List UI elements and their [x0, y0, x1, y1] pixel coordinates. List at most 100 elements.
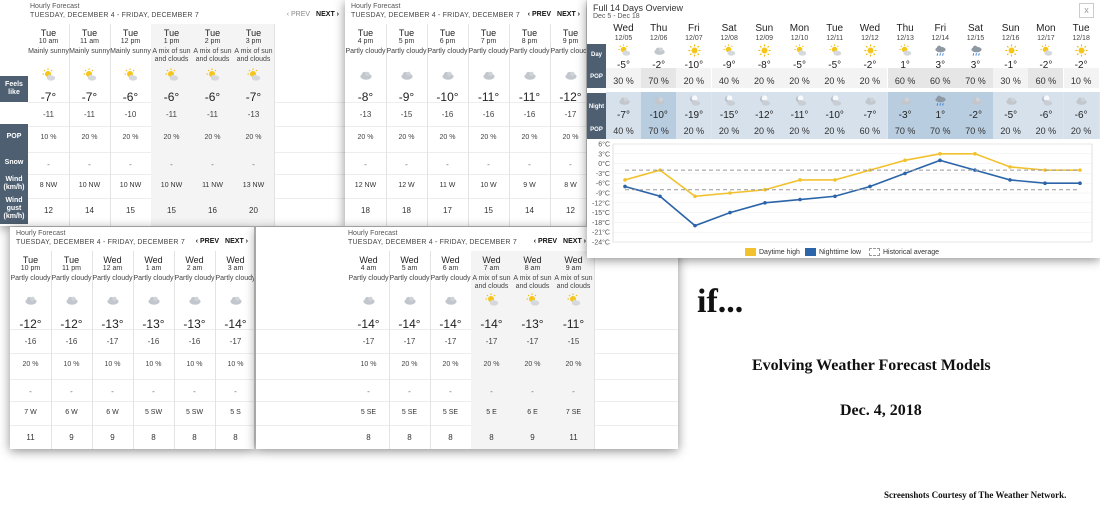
pop-value: 10 %	[145, 361, 162, 368]
wind-value: 5 E	[486, 409, 497, 416]
nighttime-low-point	[728, 210, 732, 215]
prev-button[interactable]: ‹ PREV	[528, 11, 551, 18]
overview-day-column[interactable]: Mon 12/17 -2° 60 % -6° 20 %	[1028, 22, 1064, 140]
prev-button[interactable]: ‹ PREV	[196, 238, 219, 245]
daytime-high-point	[833, 178, 837, 182]
day-pop: 60 %	[894, 76, 916, 86]
day-pop: 30 %	[613, 76, 634, 86]
condition-text: Partly cloudy	[348, 275, 389, 282]
overview-day-column[interactable]: Sat 12/15 3° 70 % -2° 70 %	[958, 22, 993, 140]
cloud-icon	[399, 68, 414, 82]
pop-value: 20 %	[357, 134, 374, 141]
next-button[interactable]: NEXT ›	[563, 238, 586, 245]
night-temperature: -19°	[684, 110, 704, 121]
overview-day-column[interactable]: Sun 12/16 -1° 30 % -5° 20 %	[993, 22, 1029, 140]
pop-value: 20 %	[245, 134, 262, 141]
day-name: Mon	[789, 23, 810, 34]
overview-day-column[interactable]: Mon 12/10 -5° 20 % -11° 20 %	[782, 22, 817, 140]
nighttime-low-point	[1008, 178, 1012, 182]
sun-cloud-icon	[793, 44, 807, 57]
temperature: -6°	[204, 90, 221, 104]
moon-cloud-icon	[687, 94, 701, 107]
wind-value: 5 SW	[144, 409, 163, 416]
cloud-icon	[64, 293, 79, 307]
wind-value: 9 W	[523, 182, 536, 189]
overview-day-column[interactable]: Thu 12/13 1° 60 % -3° 70 %	[887, 22, 923, 140]
time-label: 7 am	[483, 265, 500, 272]
wind-value: 7 W	[24, 409, 37, 416]
day-label: Wed	[226, 255, 245, 265]
temperature: -14°	[480, 317, 503, 331]
overview-day-column[interactable]: Tue 12/11 -5° 20 % -10° 20 %	[817, 22, 853, 140]
cloud-icon	[23, 293, 38, 307]
hour-column: Tue 4 pm Partly cloudy -8° -13 20 % - 12 NW 18	[345, 24, 387, 226]
overview-day-column[interactable]: Fri 12/14 3° 60 % 1° 70 %	[922, 22, 958, 140]
snow-value: -	[487, 160, 490, 169]
overview-day-column[interactable]: Sat 12/08 -9° 40 % -15° 20 %	[711, 22, 747, 140]
overview-day-column[interactable]: Tue 12/18 -2° 10 % -6° 20 %	[1063, 22, 1099, 140]
sun-cloud-icon	[205, 68, 220, 82]
overview-day-column[interactable]: Thu 12/06 -2° 70 % -10° 70 %	[641, 22, 677, 140]
next-button[interactable]: NEXT ›	[557, 11, 580, 18]
nighttime-low-point	[798, 197, 802, 202]
day-label: Wed	[482, 255, 501, 265]
hour-column: Wed 3 am Partly cloudy -14° -17 10 % - 5 S 8	[215, 251, 254, 449]
wind-gust-value: 9	[530, 433, 535, 442]
feels-like-value: -16	[523, 110, 536, 119]
sun-cloud-icon	[1039, 44, 1053, 57]
day-temperature: -5°	[828, 60, 842, 71]
prev-button[interactable]: ‹ PREV	[534, 238, 557, 245]
day-temperature: -10°	[684, 60, 704, 71]
daytime-high-point	[693, 194, 697, 199]
day-temperature: -2°	[1074, 60, 1088, 71]
day-name: Thu	[896, 23, 914, 34]
temperature: -13°	[142, 317, 165, 331]
night-pop: 20 %	[683, 126, 705, 136]
moon-cloud-icon	[828, 94, 842, 107]
daytime-high-point	[1078, 168, 1082, 172]
day-label: Tue	[521, 28, 538, 38]
feels-like-value: -17	[106, 337, 119, 346]
wind-gust-value: 9	[110, 433, 115, 442]
day-label: Tue	[245, 28, 262, 38]
night-temperature: -7°	[863, 110, 877, 121]
cloud-icon	[899, 94, 913, 107]
time-label: 5 am	[401, 265, 418, 272]
wind-value: 5 SE	[360, 409, 377, 416]
day-pop: 20 %	[789, 76, 810, 86]
time-label: 4 am	[360, 265, 377, 272]
overview-day-column[interactable]: Wed 12/12 -2° 20 % -7° 60 %	[852, 22, 888, 140]
prev-button[interactable]: ‹ PREV	[287, 11, 310, 18]
wind-value: 10 NW	[119, 182, 142, 189]
wind-gust-value: 8	[407, 433, 412, 442]
temperature: -12°	[559, 90, 582, 104]
overview-day-column[interactable]: Fri 12/07 -10° 20 % -19° 20 %	[676, 22, 712, 140]
legend-label: Daytime high	[759, 248, 800, 256]
day-name: Sun	[1001, 23, 1020, 34]
temperature: -14°	[398, 317, 421, 331]
night-temperature: 1°	[935, 110, 946, 121]
daytime-high-point	[728, 191, 732, 195]
row-label-wind-gust: Wind gust (km/h)	[0, 194, 28, 224]
overview-day-column[interactable]: Sun 12/09 -8° 20 % -12° 20 %	[746, 22, 782, 140]
hour-column: Tue 10 pm Partly cloudy -12° -16 20 % - 7 W 11	[10, 251, 52, 449]
cloud-icon	[358, 68, 373, 82]
sun-icon	[1004, 44, 1018, 57]
day-name: Sat	[967, 23, 983, 34]
hourly-panel-4: Hourly Forecast TUESDAY, DECEMBER 4 - FR…	[256, 227, 678, 449]
night-temperature: -11°	[790, 110, 809, 121]
day-pop: 60 %	[930, 76, 951, 86]
legend-swatch	[869, 248, 880, 256]
close-button[interactable]: x	[1079, 3, 1094, 18]
next-button[interactable]: NEXT ›	[225, 238, 248, 245]
hour-column: Tue 8 pm Partly cloudy -11° -16 20 % - 9 W 14	[509, 24, 551, 226]
pop-value: 20 %	[562, 134, 579, 141]
overview-day-column[interactable]: Wed 12/05 -5° 30 % -7° 40 %	[606, 22, 641, 140]
next-button[interactable]: NEXT ›	[316, 11, 339, 18]
date-label: 12/13	[896, 35, 914, 42]
temperature: -14°	[357, 317, 380, 331]
temperature: -11°	[562, 317, 585, 331]
day-name: Tue	[1072, 23, 1090, 34]
pop-value: 20 %	[401, 361, 418, 368]
temperature: -6°	[122, 90, 139, 104]
